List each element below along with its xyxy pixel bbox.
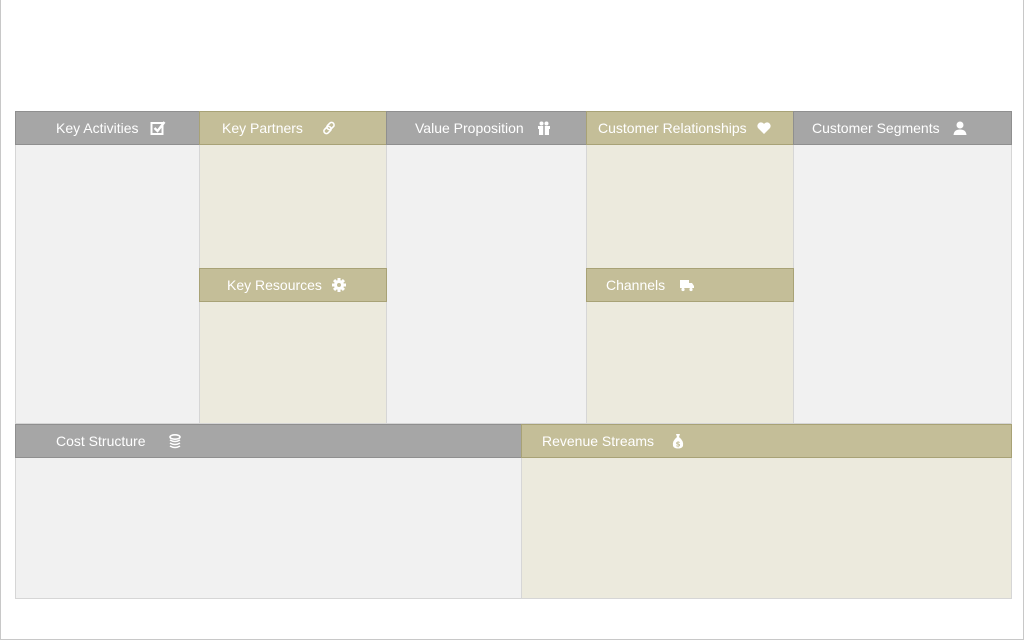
- key-activities-area[interactable]: [15, 111, 200, 424]
- coins-icon: [167, 433, 183, 449]
- key-activities-label: Key Activities: [56, 120, 139, 136]
- customer-segments-label: Customer Segments: [812, 120, 940, 136]
- customer-segments-header[interactable]: Customer Segments: [793, 111, 1012, 145]
- svg-text:$: $: [676, 441, 681, 449]
- gear-icon: [331, 277, 347, 293]
- cost-structure-header[interactable]: Cost Structure: [15, 424, 522, 458]
- value-proposition-label: Value Proposition: [415, 120, 524, 136]
- revenue-streams-label: Revenue Streams: [542, 433, 655, 449]
- value-proposition-header[interactable]: Value Proposition: [386, 111, 587, 145]
- money-bag-icon: $: [670, 433, 686, 449]
- truck-icon: [679, 277, 695, 293]
- key-partners-header[interactable]: Key Partners: [199, 111, 387, 145]
- customer-segments-area[interactable]: [793, 111, 1012, 424]
- revenue-streams-header[interactable]: Revenue Streams $: [521, 424, 1012, 458]
- channels-header[interactable]: Channels: [586, 268, 794, 302]
- heart-icon: [756, 120, 772, 136]
- user-icon: [952, 120, 968, 136]
- checkbox-icon: [150, 120, 166, 136]
- customer-relationships-label: Customer Relationships: [598, 120, 747, 136]
- key-activities-header[interactable]: Key Activities: [15, 111, 200, 145]
- value-proposition-area[interactable]: [386, 111, 587, 424]
- key-resources-header[interactable]: Key Resources: [199, 268, 387, 302]
- customer-relationships-header[interactable]: Customer Relationships: [586, 111, 794, 145]
- cost-structure-label: Cost Structure: [56, 433, 146, 449]
- gift-icon: [536, 120, 552, 136]
- channels-label: Channels: [606, 277, 666, 293]
- link-icon: [321, 120, 337, 136]
- key-resources-label: Key Resources: [227, 277, 322, 293]
- key-partners-label: Key Partners: [222, 120, 303, 136]
